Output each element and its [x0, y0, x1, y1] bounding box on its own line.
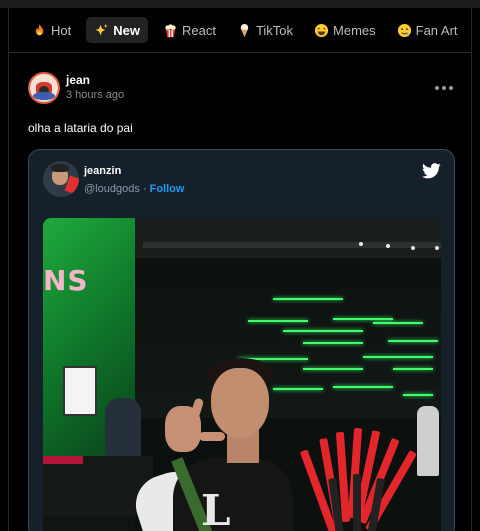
category-tabs: Hot New React TikTok Memes Fan Art: [26, 17, 473, 43]
tab-label: Hot: [51, 22, 72, 38]
tab-memes[interactable]: Memes: [308, 17, 382, 43]
tab-react[interactable]: React: [157, 17, 222, 43]
tab-label: Memes: [333, 22, 376, 38]
fire-icon: [35, 23, 44, 35]
embedded-tweet[interactable]: jeanzin @loudgods · Follow NS L: [28, 149, 455, 531]
sparkles-icon: [96, 23, 108, 35]
ice-cream-icon: [240, 23, 249, 37]
laughing-face-icon: [314, 23, 329, 37]
tab-fan-art[interactable]: Fan Art: [391, 17, 464, 43]
separator: ·: [139, 183, 150, 195]
post-author[interactable]: jean: [66, 73, 90, 87]
tweet-author-name[interactable]: jeanzin: [84, 165, 121, 177]
tweet-handle[interactable]: @loudgods: [84, 183, 140, 195]
avatar[interactable]: [28, 72, 60, 104]
top-strip: [0, 0, 480, 8]
post-caption: olha a lataria do pai: [28, 121, 133, 135]
tab-label: Fan Art: [415, 22, 458, 38]
popcorn-icon: [165, 23, 176, 37]
more-options-icon[interactable]: [435, 86, 453, 90]
divider: [9, 52, 471, 53]
tab-hot[interactable]: Hot: [26, 17, 77, 43]
tab-new[interactable]: New: [86, 17, 148, 43]
follow-button[interactable]: Follow: [150, 183, 185, 195]
tab-label: New: [113, 22, 140, 38]
tweet-photo[interactable]: NS L: [43, 218, 441, 531]
tweet-avatar[interactable]: [43, 161, 79, 197]
post-timestamp: 3 hours ago: [66, 89, 125, 101]
tweet-handle-line: @loudgods · Follow: [84, 183, 184, 195]
tab-tiktok[interactable]: TikTok: [231, 17, 299, 43]
twitter-bird-icon[interactable]: [422, 163, 441, 179]
photo-sign-text: NS: [43, 264, 89, 297]
trophy: [299, 418, 417, 531]
tab-label: React: [181, 22, 216, 38]
drooling-face-icon: [397, 23, 411, 37]
tab-label: TikTok: [255, 22, 294, 38]
